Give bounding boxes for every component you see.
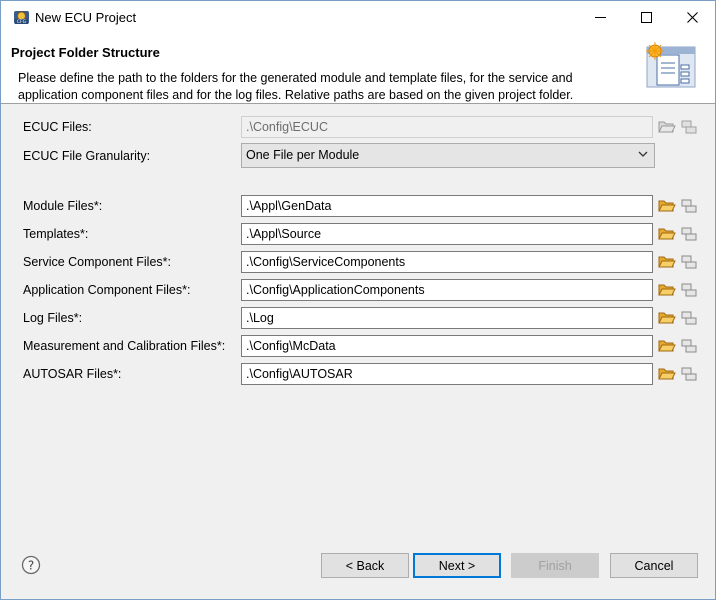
folder-open-icon[interactable] [658,310,676,326]
title-bar: CFG New ECU Project [1,1,715,34]
dialog-window: CFG New ECU Project Project Folder Struc… [0,0,716,600]
granularity-select[interactable]: One File per Module [241,143,655,168]
path-row-input[interactable]: .\Appl\Source [241,223,653,245]
variables-icon[interactable] [680,254,698,270]
svg-text:CFG: CFG [17,19,27,25]
window-title: New ECU Project [35,10,137,25]
folder-open-icon[interactable] [658,226,676,242]
page-description: Please define the path to the folders fo… [18,71,574,102]
variables-icon[interactable] [680,282,698,298]
wizard-header: Project Folder Structure Please define t… [1,34,715,104]
path-row-input[interactable]: .\Config\AUTOSAR [241,363,653,385]
folder-open-icon[interactable] [658,282,676,298]
folder-open-icon[interactable] [658,198,676,214]
path-row-input[interactable]: .\Config\ServiceComponents [241,251,653,273]
page-title: Project Folder Structure [11,45,160,60]
folder-open-icon[interactable] [658,338,676,354]
minimize-icon [594,16,606,18]
variables-icon[interactable] [680,198,698,214]
cancel-button[interactable]: Cancel [610,553,698,578]
close-icon [686,12,698,23]
path-row-input[interactable]: .\Config\McData [241,335,653,357]
path-row-label: Service Component Files*: [23,255,171,269]
granularity-label: ECUC File Granularity: [23,149,151,163]
svg-text:?: ? [28,559,34,573]
path-row-label: Module Files*: [23,199,103,213]
maximize-icon [640,12,652,23]
variables-icon[interactable] [680,366,698,382]
close-button[interactable] [669,1,715,34]
variables-icon[interactable] [680,226,698,242]
ecuc-files-field: .\Config\ECUC [241,116,653,138]
chevron-down-icon [638,151,648,157]
maximize-button[interactable] [623,1,669,34]
finish-button[interactable]: Finish [511,553,599,578]
path-row-input[interactable]: .\Config\ApplicationComponents [241,279,653,301]
path-row-label: Templates*: [23,227,89,241]
path-row-label: AUTOSAR Files*: [23,367,122,381]
help-icon[interactable]: ? [21,555,41,575]
path-row-label: Measurement and Calibration Files*: [23,339,226,353]
minimize-button[interactable] [577,1,623,34]
variables-icon[interactable] [680,310,698,326]
ecuc-files-label: ECUC Files: [23,120,92,134]
path-row-input[interactable]: .\Appl\GenData [241,195,653,217]
path-row-label: Application Component Files*: [23,283,191,297]
path-row-label: Log Files*: [23,311,83,325]
path-row-input[interactable]: .\Log [241,307,653,329]
folder-open-icon[interactable] [658,366,676,382]
variables-icon [681,120,697,134]
wizard-file-icon [646,42,696,88]
back-button[interactable]: < Back [321,553,409,578]
folder-open-icon[interactable] [658,254,676,270]
folder-open-icon [658,121,676,133]
next-button[interactable]: Next > [413,553,501,578]
eclipse-cfg-icon: CFG [14,11,29,25]
granularity-value: One File per Module [246,148,360,162]
variables-icon[interactable] [680,338,698,354]
